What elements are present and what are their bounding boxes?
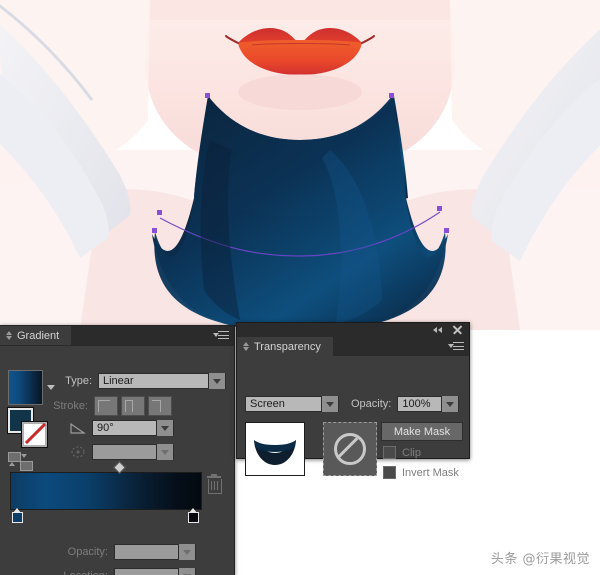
transparency-panel-tabbar: Transparency [237,337,469,356]
gradient-type-value: Linear [103,375,134,387]
gradient-location-input [114,568,196,575]
gradient-type-label: Type: [65,375,92,387]
blend-mode-select[interactable]: Screen [245,396,339,412]
invert-mask-label: Invert Mask [402,466,459,479]
gradient-panel-tabbar: Gradient [0,326,234,346]
fill-stroke-swatches[interactable] [7,407,48,448]
screenshot-root: Gradient Type: Linear Stroke: 90° Opacit… [0,0,600,575]
apply-gradient-across-stroke-button[interactable] [148,396,172,416]
delete-gradient-stop-icon[interactable] [207,474,222,494]
gradient-aspect-ratio-row [70,444,230,460]
object-thumbnail[interactable] [245,422,305,476]
clip-label: Clip [402,446,421,459]
clip-checkbox-row[interactable]: Clip [383,446,421,459]
transparency-panel-flyout-menu-icon[interactable] [448,342,464,352]
gradient-stroke-label: Stroke: [53,400,88,412]
tab-gradient-label: Gradient [17,329,60,342]
chevron-down-icon[interactable] [321,396,338,412]
gradient-opacity-label: Opacity: [67,546,108,558]
chevron-down-icon[interactable] [208,373,225,389]
gradient-type-select[interactable]: Linear [98,373,226,389]
chevron-up-icon[interactable] [9,462,15,466]
close-icon[interactable] [452,324,463,335]
chevron-down-icon [178,568,195,575]
tab-gradient[interactable]: Gradient [0,326,72,345]
gradient-stroke-icon[interactable] [20,461,33,471]
no-mask-icon [334,433,366,465]
blend-mode-row: Screen Opacity: 100% [245,396,465,412]
gradient-type-row: Type: Linear [56,373,226,389]
make-mask-button[interactable]: Make Mask [381,422,463,441]
gradient-aspect-ratio-input [92,444,174,460]
gradient-location-label: Location: [50,570,108,575]
transparency-panel-titlebar[interactable] [237,323,469,337]
transparency-opacity-value: 100% [402,398,431,410]
transparency-opacity-label: Opacity: [351,398,392,410]
gradient-angle-value: 90° [97,422,114,434]
gradient-panel[interactable]: Gradient Type: Linear Stroke: 90° Opacit… [0,325,235,575]
transparency-opacity-input[interactable]: 100% [397,396,460,412]
tab-transparency-label: Transparency [254,340,321,353]
gradient-panel-body: Type: Linear Stroke: 90° Opacity: [0,346,234,575]
chevron-down-icon[interactable] [47,385,55,390]
gradient-stop-left[interactable] [12,508,23,523]
chevron-down-icon [178,544,195,560]
gradient-stop-right[interactable] [188,508,199,523]
chevron-down-icon[interactable] [441,396,459,412]
invert-mask-checkbox-row[interactable]: Invert Mask [383,466,459,479]
panel-grip-icon [6,330,13,341]
gradient-preview-swatch[interactable] [8,370,43,405]
panel-grip-icon [243,341,250,352]
gradient-slider-area[interactable] [10,461,202,523]
apply-gradient-within-stroke-button[interactable] [94,396,118,416]
chevron-down-icon[interactable] [156,420,173,436]
watermark-text: 头条 @衍果视觉 [490,552,590,567]
object-thumbnail-artwork [246,423,304,475]
gradient-ramp[interactable] [10,472,202,510]
stroke-swatch-none[interactable] [21,421,48,448]
gradient-location-row: Location: [50,568,230,575]
apply-gradient-along-stroke-button[interactable] [121,396,145,416]
gradient-opacity-row: Opacity: [50,544,230,560]
gradient-opacity-input [114,544,196,560]
tab-transparency[interactable]: Transparency [237,337,333,356]
chevron-down-icon[interactable] [21,454,27,458]
chevron-down-icon [156,444,173,460]
collapse-to-icons-icon[interactable] [433,326,445,335]
invert-mask-checkbox[interactable] [383,466,396,479]
gradient-fill-stroke-toggle-icons[interactable] [8,452,34,472]
gradient-angle-input[interactable]: 90° [92,420,174,436]
mask-thumbnail-placeholder[interactable] [323,422,377,476]
gradient-angle-row: 90° [70,420,230,436]
gradient-stop-color-left [12,512,23,523]
transparency-panel[interactable]: Transparency Screen Opacity: 100% Make M… [236,322,470,479]
gradient-panel-flyout-menu-icon[interactable] [213,331,229,341]
blend-mode-value: Screen [250,398,285,410]
aspect-ratio-icon [71,446,85,458]
clip-checkbox[interactable] [383,446,396,459]
gradient-stroke-row: Stroke: [48,396,228,416]
gradient-stop-color-right [188,512,199,523]
angle-icon [70,422,86,434]
